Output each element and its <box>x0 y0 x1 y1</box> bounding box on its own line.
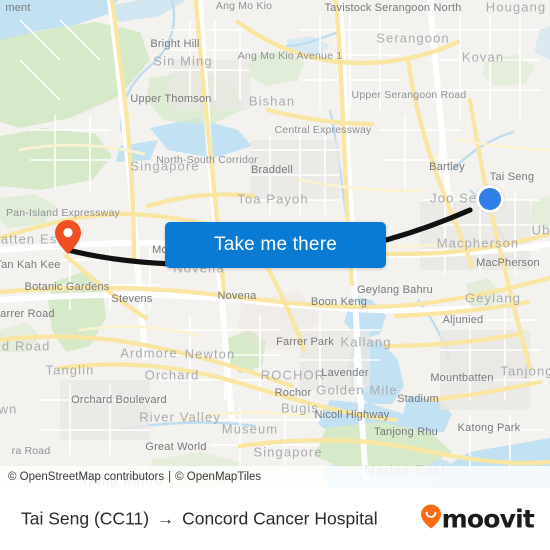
map-canvas[interactable]: ment Ang Mo Kio Tavistock Serangoon North Ho… <box>0 0 550 488</box>
attribution-separator: | <box>168 471 172 483</box>
attribution-osm[interactable]: © OpenStreetMap contributors <box>8 471 164 483</box>
destination-dot-icon[interactable] <box>476 185 504 213</box>
route-summary: Tai Seng (CC11) → Concord Cancer Hospita… <box>21 509 378 530</box>
moovit-logo[interactable]: moovit <box>420 504 535 534</box>
moovit-route-screenshot: ment Ang Mo Kio Tavistock Serangoon North Ho… <box>0 0 550 550</box>
attribution-openmaptiles[interactable]: © OpenMapTiles <box>175 471 261 483</box>
route-arrow-icon: → <box>157 509 175 528</box>
footer-bar: Tai Seng (CC11) → Concord Cancer Hospita… <box>0 488 550 550</box>
route-origin-label: Tai Seng (CC11) <box>21 508 150 529</box>
map-attribution: © OpenStreetMap contributors | © OpenMap… <box>0 466 550 488</box>
take-me-there-button[interactable]: Take me there <box>165 222 386 268</box>
moovit-pin-icon <box>420 504 441 534</box>
route-destination-label: Concord Cancer Hospital <box>182 508 378 529</box>
moovit-wordmark: moovit <box>441 504 535 534</box>
